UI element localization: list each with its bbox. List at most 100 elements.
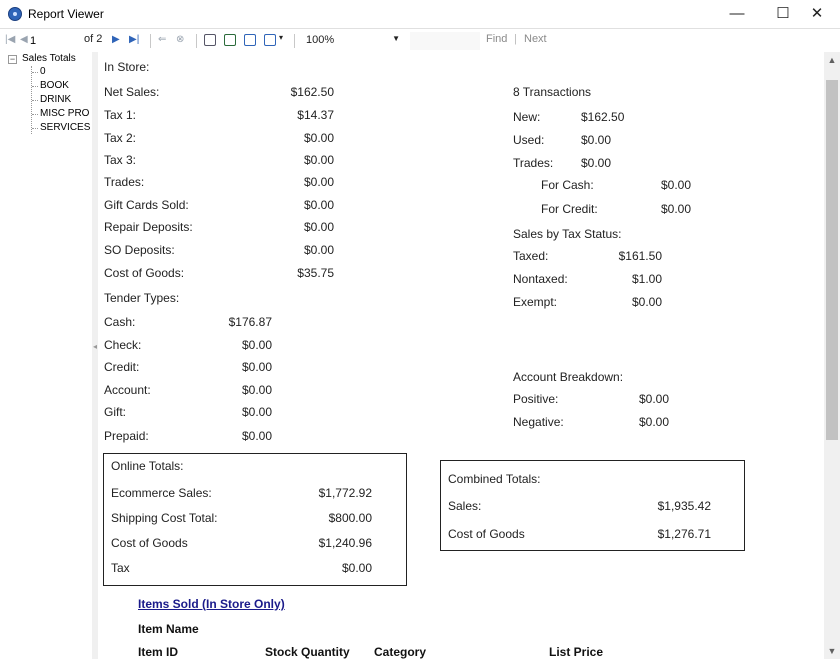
combined-totals-box: Combined Totals: Sales: $1,935.42 Cost o… (440, 460, 745, 551)
trade-detail-value: $0.00 (660, 178, 691, 192)
back-icon[interactable]: ⇐ (158, 34, 166, 45)
tender-value: $0.00 (241, 360, 272, 374)
tender-label: Cash: (104, 315, 136, 329)
instore-label: Repair Deposits: (104, 220, 193, 234)
first-page-icon[interactable]: |◀ (5, 34, 15, 45)
combined-value: $1,276.71 (657, 527, 711, 541)
online-value: $0.00 (341, 561, 372, 575)
online-label: Ecommerce Sales: (111, 486, 212, 500)
tax-status-label: Taxed: (513, 249, 549, 263)
tax-status-label: Exempt: (513, 295, 558, 309)
instore-label: Tax 2: (104, 131, 137, 145)
instore-value: $0.00 (303, 131, 334, 145)
tender-label: Prepaid: (104, 429, 149, 443)
stop-icon[interactable]: ⊗ (176, 34, 184, 45)
column-header-category: Category (374, 645, 427, 659)
print-icon[interactable] (204, 34, 216, 46)
tender-value: $0.00 (241, 429, 272, 443)
scroll-down-icon[interactable]: ▼ (824, 643, 840, 659)
transaction-label: Used: (513, 133, 545, 147)
account-label: Positive: (513, 392, 559, 406)
minimize-button[interactable]: — (714, 0, 760, 28)
transaction-label: Trades: (513, 156, 554, 170)
toolbar-separator (294, 34, 295, 48)
previous-page-icon[interactable]: ◀ (20, 34, 28, 45)
tree-item-services[interactable]: SERVICES (40, 122, 90, 133)
splitter-grip-icon: ◂ (93, 342, 98, 351)
online-value: $1,240.96 (318, 536, 372, 550)
transaction-value: $162.50 (581, 110, 625, 124)
online-value: $800.00 (328, 511, 372, 525)
tree-item-drink[interactable]: DRINK (40, 94, 71, 105)
toolbar: |◀ ◀ of 2 ▶ ▶| ⇐ ⊗ ▾ 100% ▼ Find | Next (0, 28, 840, 53)
instore-label: Gift Cards Sold: (104, 198, 189, 212)
account-heading: Account Breakdown: (513, 370, 624, 384)
scroll-thumb[interactable] (826, 80, 838, 440)
trade-detail-label: For Credit: (541, 202, 598, 216)
export-dropdown-icon[interactable]: ▾ (279, 33, 283, 42)
page-number-input[interactable] (28, 33, 76, 49)
toolbar-separator (196, 34, 197, 48)
tree-guide (32, 86, 38, 87)
transaction-label: New: (513, 110, 541, 124)
tax-status-label: Nontaxed: (513, 272, 568, 286)
tree-item-book[interactable]: BOOK (40, 80, 69, 91)
next-page-icon[interactable]: ▶ (112, 34, 120, 45)
export-icon[interactable] (264, 34, 276, 46)
tree-guide (32, 72, 38, 73)
trade-detail-value: $0.00 (660, 202, 691, 216)
tax-status-value: $161.50 (618, 249, 662, 263)
instore-label: Tax 3: (104, 153, 137, 167)
page-setup-icon[interactable] (244, 34, 256, 46)
collapse-icon[interactable]: − (8, 55, 17, 64)
account-value: $0.00 (638, 415, 669, 429)
instore-value: $14.37 (297, 108, 334, 122)
zoom-select[interactable]: 100% ▼ (302, 33, 406, 49)
instore-label: Cost of Goods: (104, 266, 185, 280)
tree-guide (32, 100, 38, 101)
item-name-header: Item Name (138, 622, 199, 636)
tender-value: $0.00 (241, 405, 272, 419)
account-value: $0.00 (638, 392, 669, 406)
instore-value: $35.75 (297, 266, 334, 280)
scroll-up-icon[interactable]: ▲ (824, 52, 840, 68)
page-count: of 2 (84, 33, 103, 45)
instore-value: $0.00 (303, 243, 334, 257)
tax-status-value: $0.00 (631, 295, 662, 309)
combined-value: $1,935.42 (657, 499, 711, 513)
column-header-list-price: List Price (549, 645, 604, 659)
online-value: $1,772.92 (318, 486, 372, 500)
find-separator: | (514, 33, 517, 45)
title-bar: Report Viewer — ☐ ✕ (0, 0, 840, 28)
tree-guide (32, 114, 38, 115)
instore-heading: In Store: (104, 60, 150, 74)
print-layout-icon[interactable] (224, 34, 236, 46)
column-header-item-id: Item ID (138, 645, 179, 659)
combined-label: Cost of Goods (448, 527, 525, 541)
transaction-value: $0.00 (581, 133, 612, 147)
app-icon (8, 7, 22, 21)
tree-item-sales-totals[interactable]: Sales Totals (22, 53, 76, 64)
instore-label: Tax 1: (104, 108, 137, 122)
tender-label: Credit: (104, 360, 140, 374)
find-input[interactable] (410, 32, 480, 50)
tender-label: Gift: (104, 405, 127, 419)
tender-value: $0.00 (241, 383, 272, 397)
zoom-value: 100% (306, 34, 335, 46)
items-sold-link[interactable]: Items Sold (In Store Only) (138, 597, 285, 611)
account-label: Negative: (513, 415, 564, 429)
find-button[interactable]: Find (486, 33, 507, 45)
toolbar-separator (150, 34, 151, 48)
instore-label: SO Deposits: (104, 243, 175, 257)
close-button[interactable]: ✕ (794, 0, 840, 28)
tender-value: $0.00 (241, 338, 272, 352)
transactions-heading: 8 Transactions (513, 85, 592, 99)
next-button[interactable]: Next (524, 33, 547, 45)
tree-item-misc-pro[interactable]: MISC PRO (40, 108, 89, 119)
window-title: Report Viewer (28, 7, 104, 21)
instore-value: $0.00 (303, 220, 334, 234)
instore-label: Net Sales: (104, 85, 160, 99)
tree-item-0[interactable]: 0 (40, 66, 46, 77)
vertical-scrollbar[interactable]: ▲ ▼ (824, 52, 840, 659)
last-page-icon[interactable]: ▶| (129, 34, 139, 45)
